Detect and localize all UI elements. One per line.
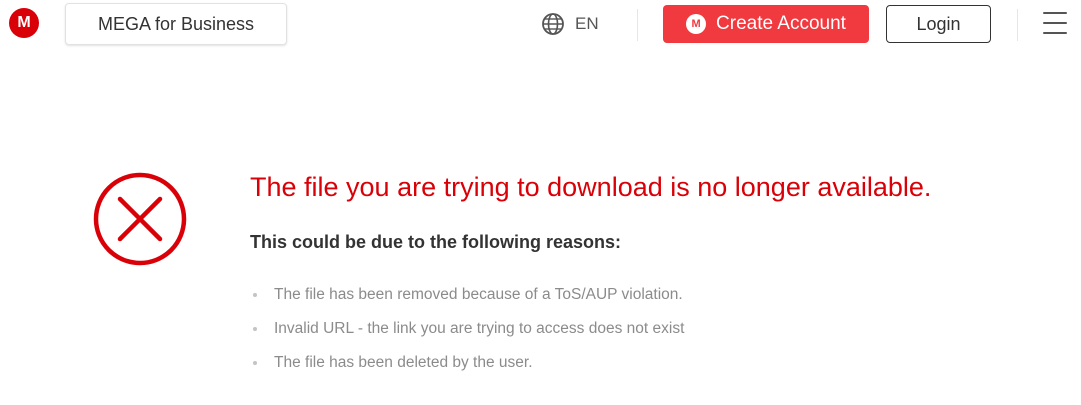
login-button[interactable]: Login — [886, 5, 991, 43]
list-item: The file has been deleted by the user. — [250, 352, 684, 386]
bullet-icon — [253, 293, 257, 297]
language-label: EN — [575, 14, 599, 33]
error-x-circle-icon — [93, 172, 187, 266]
hamburger-menu-icon[interactable] — [1043, 12, 1067, 34]
login-label: Login — [916, 13, 961, 34]
list-item: The file has been removed because of a T… — [250, 284, 684, 318]
menu-line — [1043, 12, 1067, 14]
error-title: The file you are trying to download is n… — [250, 172, 932, 202]
language-selector[interactable]: EN — [541, 10, 599, 38]
bullet-icon — [253, 327, 257, 331]
mega-for-business-label: MEGA for Business — [97, 13, 255, 34]
reason-text: The file has been removed because of a T… — [274, 286, 683, 303]
mega-for-business-button[interactable]: MEGA for Business — [65, 3, 287, 45]
top-navigation-bar: M MEGA for Business EN M Create Account … — [0, 0, 1081, 48]
reason-text: The file has been deleted by the user. — [274, 354, 533, 371]
create-account-button[interactable]: M Create Account — [663, 5, 869, 43]
header-divider — [637, 9, 638, 41]
mega-small-logo-icon: M — [686, 14, 707, 34]
header-divider-right — [1017, 9, 1018, 41]
list-item: Invalid URL - the link you are trying to… — [250, 318, 684, 352]
bullet-icon — [253, 361, 257, 365]
menu-line — [1043, 32, 1067, 34]
create-account-label: Create Account — [716, 13, 846, 34]
reasons-list: The file has been removed because of a T… — [250, 284, 684, 386]
mega-small-logo-letter: M — [691, 17, 701, 30]
reason-text: Invalid URL - the link you are trying to… — [274, 320, 685, 337]
mega-logo-letter: M — [17, 14, 31, 31]
menu-line — [1043, 22, 1067, 24]
globe-icon — [542, 13, 564, 35]
error-subtitle: This could be due to the following reaso… — [250, 232, 622, 252]
mega-logo-icon[interactable]: M — [9, 8, 39, 38]
